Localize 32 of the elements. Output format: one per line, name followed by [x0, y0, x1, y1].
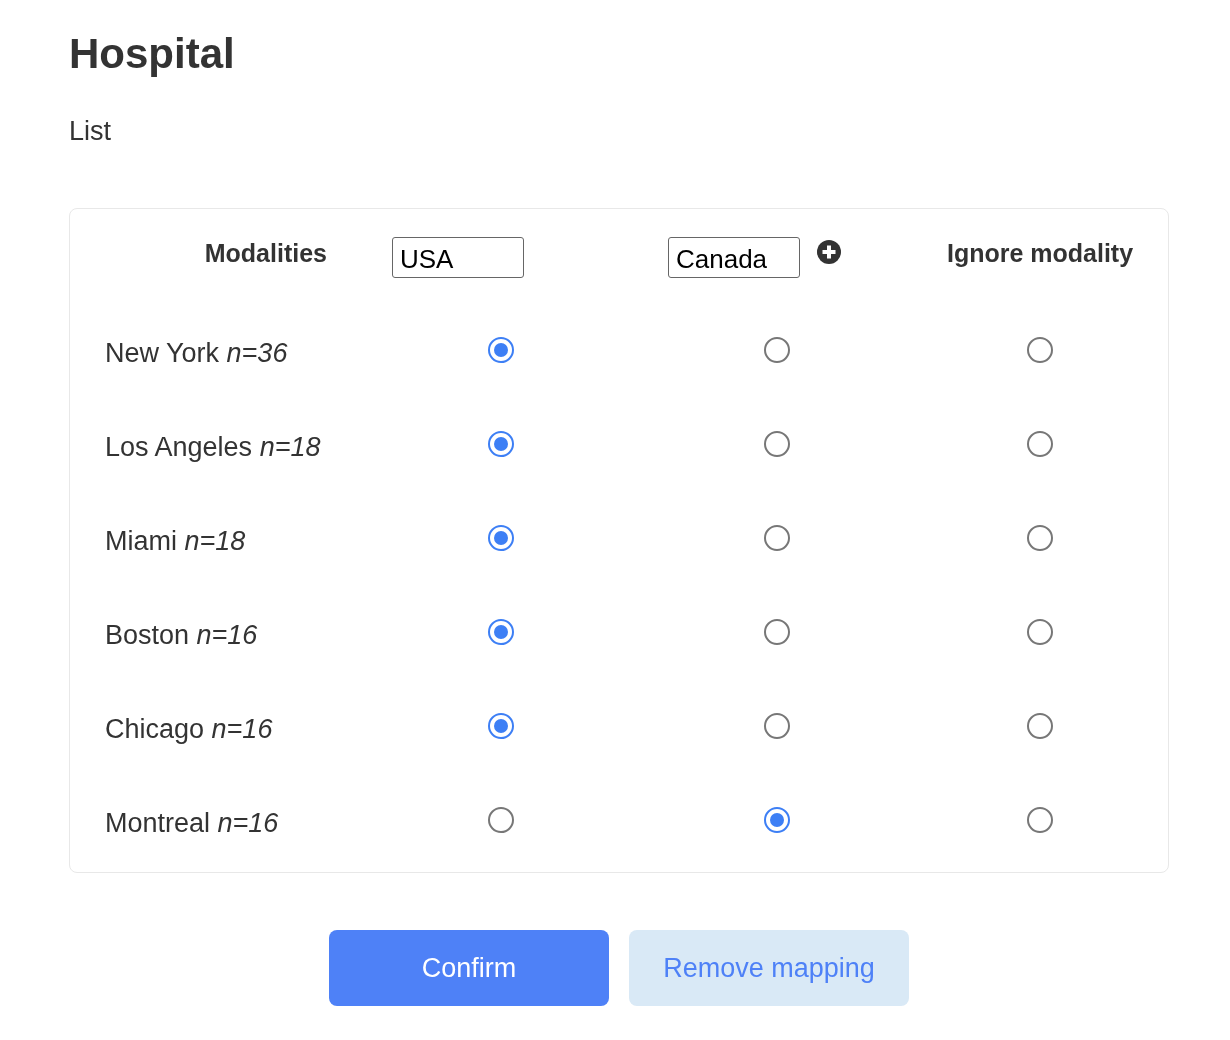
radio-button[interactable] [488, 431, 514, 457]
row-label: Boston n=16 [105, 619, 258, 651]
page-title: Hospital [69, 29, 235, 79]
radio-button[interactable] [1027, 431, 1053, 457]
column-name-field[interactable]: USA [392, 237, 524, 278]
radio-button[interactable] [764, 525, 790, 551]
radio-button[interactable] [1027, 713, 1053, 739]
row-label: New York n=36 [105, 337, 288, 369]
radio-button[interactable] [488, 807, 514, 833]
radio-button[interactable] [1027, 807, 1053, 833]
plus-icon[interactable] [817, 240, 841, 264]
column-header: Ignore modality [946, 238, 1134, 269]
radio-button[interactable] [1027, 619, 1053, 645]
radio-button[interactable] [1027, 525, 1053, 551]
row-label: Montreal n=16 [105, 807, 279, 839]
row-label: Miami n=18 [105, 525, 246, 557]
radio-button[interactable] [764, 619, 790, 645]
radio-button[interactable] [764, 713, 790, 739]
row-label: Los Angeles n=18 [105, 431, 321, 463]
radio-button[interactable] [764, 807, 790, 833]
radio-button[interactable] [488, 713, 514, 739]
radio-button[interactable] [488, 525, 514, 551]
column-name-field[interactable]: Canada [668, 237, 800, 278]
radio-button[interactable] [488, 619, 514, 645]
radio-button[interactable] [764, 337, 790, 363]
radio-button[interactable] [1027, 337, 1053, 363]
radio-button[interactable] [488, 337, 514, 363]
page-subtitle: List [69, 115, 112, 147]
primary-button[interactable]: Confirm [329, 930, 609, 1006]
row-label: Chicago n=16 [105, 713, 273, 745]
radio-button[interactable] [764, 431, 790, 457]
column-header: Modalities [204, 238, 327, 269]
